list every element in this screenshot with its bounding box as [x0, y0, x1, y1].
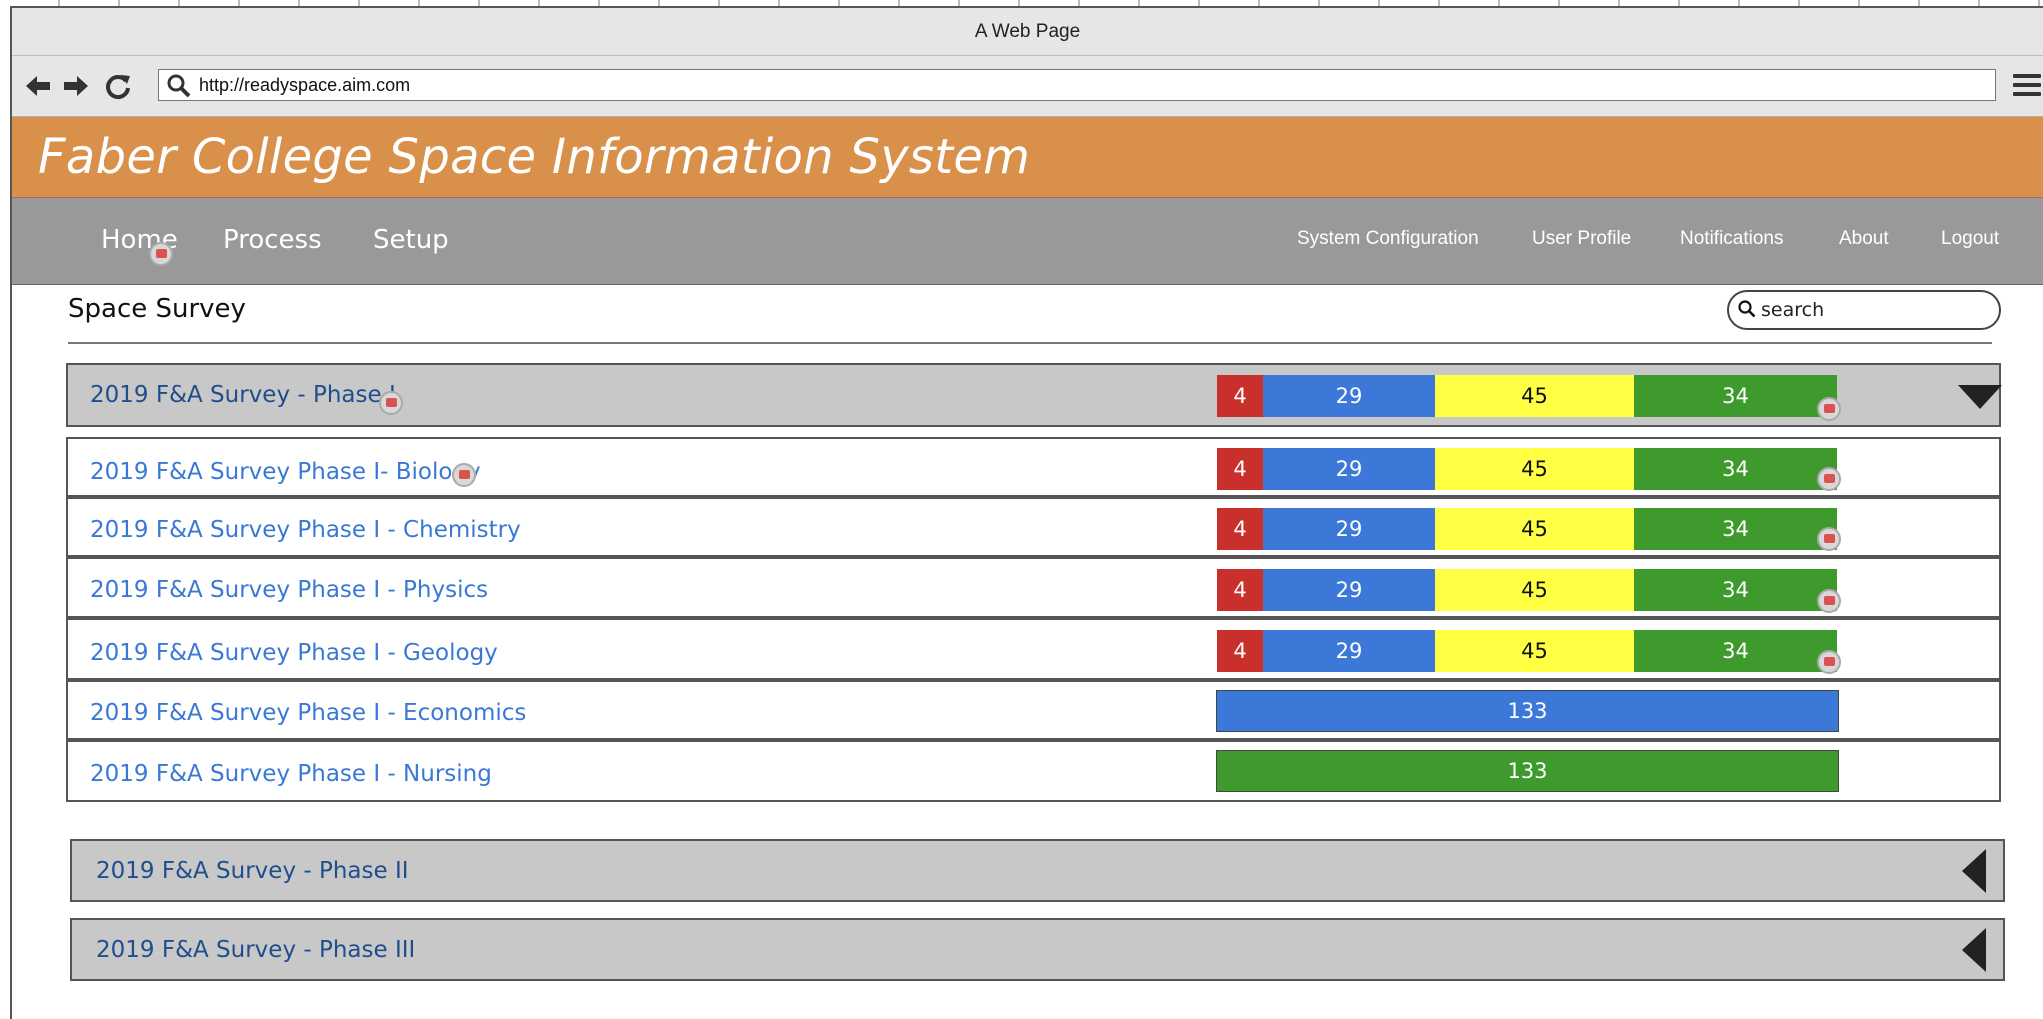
comment-marker-icon: [1817, 650, 1841, 674]
reload-icon[interactable]: [104, 72, 132, 100]
bar-segment-yellow: 45: [1435, 508, 1634, 550]
title-divider: [68, 342, 1992, 344]
bar-segment-green: 34: [1634, 569, 1837, 611]
nav-setup[interactable]: Setup: [373, 225, 449, 255]
bar-segment-green: 34: [1634, 375, 1837, 417]
status-bar: 4 29 45 34: [1217, 448, 1837, 490]
expand-chevron-icon[interactable]: [1962, 849, 1986, 893]
phase-3-label[interactable]: 2019 F&A Survey - Phase III: [96, 937, 415, 963]
nav-about[interactable]: About: [1839, 228, 1889, 250]
comment-marker-icon: [1817, 527, 1841, 551]
phase-1-header[interactable]: 2019 F&A Survey - Phase I 4 29 45 34: [66, 363, 2002, 427]
status-bar: 4 29 45 34: [1217, 569, 1837, 611]
app-title: Faber College Space Information System: [38, 129, 1031, 185]
bar-segment-yellow: 45: [1435, 630, 1634, 672]
bar-segment-yellow: 45: [1435, 569, 1634, 611]
bar-segment-blue: 29: [1263, 508, 1435, 550]
bar-segment-red: 4: [1217, 569, 1263, 611]
bar-segment-blue: 29: [1263, 448, 1435, 490]
comment-marker-icon: [1817, 397, 1841, 421]
page-title: Space Survey: [68, 294, 246, 324]
browser-title: A Web Page: [12, 8, 2043, 56]
item-label[interactable]: 2019 F&A Survey Phase I - Economics: [90, 700, 526, 726]
bar-segment-yellow: 45: [1435, 375, 1634, 417]
bar-segment-blue: 29: [1263, 630, 1435, 672]
list-item: 2019 F&A Survey Phase I - Geology 4 29 4…: [66, 618, 2001, 680]
bar-segment-blue: 29: [1263, 375, 1435, 417]
hamburger-menu-icon[interactable]: [2013, 74, 2041, 98]
collapse-chevron-icon[interactable]: [1958, 385, 2002, 409]
address-bar[interactable]: http://readyspace.aim.com: [158, 69, 1996, 101]
item-label[interactable]: 2019 F&A Survey Phase I- Biology: [90, 459, 481, 485]
bar-segment-green: 34: [1634, 630, 1837, 672]
phase-3-header[interactable]: 2019 F&A Survey - Phase III: [70, 918, 2005, 981]
comment-marker-icon: [149, 242, 173, 266]
comment-marker-icon: [452, 463, 476, 487]
status-bar: 133: [1216, 690, 1839, 732]
nav-user-profile[interactable]: User Profile: [1532, 228, 1631, 250]
item-label[interactable]: 2019 F&A Survey Phase I - Nursing: [90, 761, 492, 787]
nav-notifications[interactable]: Notifications: [1680, 228, 1784, 250]
list-item: 2019 F&A Survey Phase I - Nursing 133: [66, 740, 2001, 802]
app-banner: Faber College Space Information System: [12, 117, 2043, 198]
search-icon: [1738, 300, 1756, 318]
item-label[interactable]: 2019 F&A Survey Phase I - Chemistry: [90, 517, 521, 543]
list-item: 2019 F&A Survey Phase I - Chemistry 4 29…: [66, 497, 2001, 557]
bar-segment-green: 34: [1634, 508, 1837, 550]
comment-marker-icon: [379, 391, 403, 415]
url-text: http://readyspace.aim.com: [199, 75, 411, 95]
browser-toolbar: http://readyspace.aim.com: [12, 56, 2043, 117]
list-item: 2019 F&A Survey Phase I - Economics 133: [66, 680, 2001, 740]
list-item: 2019 F&A Survey Phase I - Physics 4 29 4…: [66, 557, 2001, 618]
bar-segment-green: 133: [1217, 751, 1838, 791]
main-navigation: Home Process Setup System Configuration …: [12, 198, 2043, 285]
bar-segment-yellow: 45: [1435, 448, 1634, 490]
comment-marker-icon: [1817, 467, 1841, 491]
bar-segment-red: 4: [1217, 448, 1263, 490]
bar-segment-blue: 29: [1263, 569, 1435, 611]
bar-segment-red: 4: [1217, 630, 1263, 672]
status-bar: 4 29 45 34: [1217, 630, 1837, 672]
status-bar: 133: [1216, 750, 1839, 792]
item-label[interactable]: 2019 F&A Survey Phase I - Physics: [90, 577, 488, 603]
comment-marker-icon: [1817, 589, 1841, 613]
bar-segment-red: 4: [1217, 508, 1263, 550]
search-icon: [167, 74, 191, 98]
bar-segment-red: 4: [1217, 375, 1263, 417]
expand-chevron-icon[interactable]: [1962, 928, 1986, 972]
bar-segment-blue: 133: [1217, 691, 1838, 731]
phase-2-header[interactable]: 2019 F&A Survey - Phase II: [70, 839, 2005, 902]
forward-arrow-icon[interactable]: [62, 72, 90, 100]
phase-2-label[interactable]: 2019 F&A Survey - Phase II: [96, 858, 409, 884]
back-arrow-icon[interactable]: [24, 72, 52, 100]
list-item: 2019 F&A Survey Phase I- Biology 4 29 45…: [66, 437, 2001, 497]
status-bar: 4 29 45 34: [1217, 375, 1837, 417]
bar-segment-green: 34: [1634, 448, 1837, 490]
search-input[interactable]: search: [1727, 290, 2001, 330]
nav-process[interactable]: Process: [223, 225, 322, 255]
nav-logout[interactable]: Logout: [1941, 228, 1999, 250]
item-label[interactable]: 2019 F&A Survey Phase I - Geology: [90, 640, 498, 666]
search-placeholder: search: [1761, 299, 1825, 321]
status-bar: 4 29 45 34: [1217, 508, 1837, 550]
nav-system-configuration[interactable]: System Configuration: [1297, 228, 1479, 250]
phase-1-label[interactable]: 2019 F&A Survey - Phase I: [90, 382, 396, 408]
